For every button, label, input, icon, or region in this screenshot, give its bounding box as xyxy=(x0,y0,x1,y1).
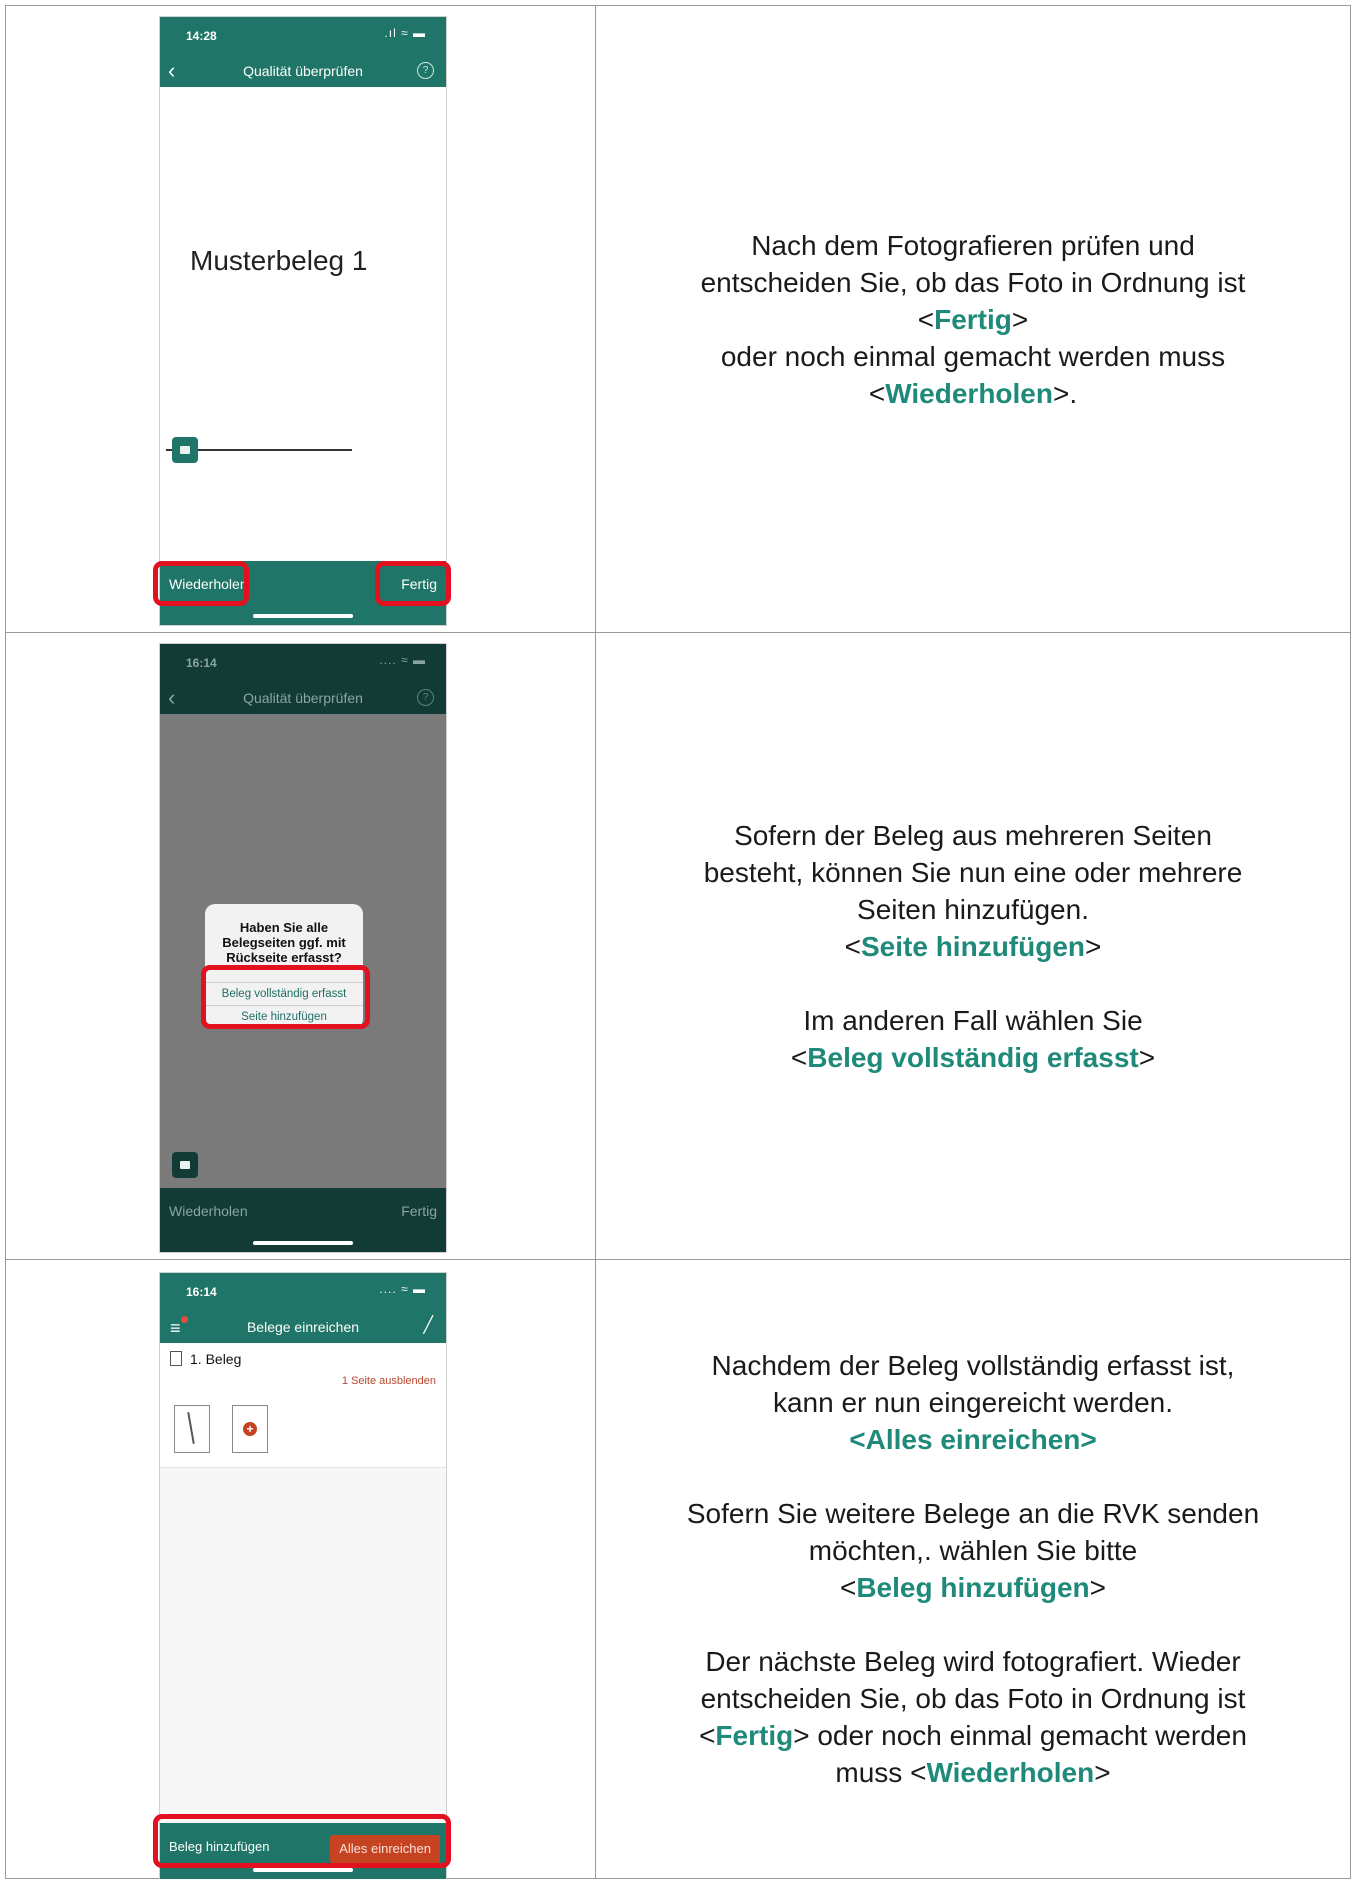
highlight-done: Fertig xyxy=(934,303,1012,335)
description-cell: Sofern der Beleg aus mehreren Seiten bes… xyxy=(595,632,1351,1260)
step-row-2: 16:14 .... ≈ ▬ ‹ Qualität überprüfen ? H… xyxy=(5,632,1351,1260)
retake-button[interactable]: Wiederholen xyxy=(169,1203,248,1219)
desc-line: entscheiden Sie, ob das Foto in Ordnung … xyxy=(700,1683,1246,1714)
highlight-box-retake xyxy=(153,561,249,606)
status-time: 14:28 xyxy=(186,29,217,43)
hide-pages-link[interactable]: 1 Seite ausblenden xyxy=(342,1375,436,1387)
photo-preview: Musterbeleg 1 xyxy=(160,87,446,561)
desc-line: <Wiederholen>. xyxy=(868,377,1078,409)
desc-line: <Fertig> xyxy=(917,303,1029,335)
desc-line: möchten,. wählen Sie bitte xyxy=(808,1535,1138,1566)
status-bar: 16:14 .... ≈ ▬ xyxy=(160,1273,446,1313)
desc-line: kann er nun eingereicht werden. xyxy=(772,1387,1174,1418)
plus-icon: + xyxy=(243,1422,257,1436)
status-bar: 14:28 .ıl ≈ ▬ xyxy=(160,17,446,57)
instruction-table: 14:28 .ıl ≈ ▬ ‹ Qualität überprüfen ? Mu… xyxy=(5,5,1351,1879)
status-bar: 16:14 .... ≈ ▬ xyxy=(160,644,446,684)
desc-line: Nachdem der Beleg vollständig erfasst is… xyxy=(711,1350,1235,1381)
bottom-bar: Wiederholen Fertig xyxy=(160,1188,446,1252)
desc-line: <Seite hinzufügen> xyxy=(844,930,1102,962)
signal-wifi-battery-icon: .... ≈ ▬ xyxy=(379,1282,426,1296)
screen-title: Belege einreichen xyxy=(246,1319,360,1335)
document-list: 1. Beleg 1 Seite ausblenden + xyxy=(160,1343,446,1823)
edit-pencil-icon[interactable]: ╱ xyxy=(423,1315,433,1335)
desc-line: Im anderen Fall wählen Sie xyxy=(803,1004,1143,1036)
step-row-3: 16:14 .... ≈ ▬ ≡ Belege einreichen ╱ 1. … xyxy=(5,1259,1351,1879)
desc-line: Sofern der Beleg aus mehreren Seiten xyxy=(734,819,1212,851)
screenshot-cell: 16:14 .... ≈ ▬ ≡ Belege einreichen ╱ 1. … xyxy=(5,1259,596,1879)
home-indicator xyxy=(253,1868,353,1872)
add-page-thumbnail[interactable]: + xyxy=(232,1405,268,1453)
description-cell: Nachdem der Beleg vollständig erfasst is… xyxy=(595,1259,1351,1879)
item-title[interactable]: 1. Beleg xyxy=(170,1351,241,1367)
desc-line: besteht, können Sie nun eine oder mehrer… xyxy=(703,856,1243,888)
signal-wifi-battery-icon: .... ≈ ▬ xyxy=(379,653,426,667)
highlight-box-dialog-options xyxy=(201,965,370,1029)
list-item: 1. Beleg 1 Seite ausblenden + xyxy=(160,1343,446,1468)
step-row-1: 14:28 .ıl ≈ ▬ ‹ Qualität überprüfen ? Mu… xyxy=(5,5,1351,633)
help-icon[interactable]: ? xyxy=(417,62,434,79)
highlight-retake: Wiederholen xyxy=(885,377,1053,409)
home-indicator xyxy=(253,614,353,618)
desc-line: <Alles einreichen> xyxy=(596,1421,1350,1458)
screenshot-cell: 16:14 .... ≈ ▬ ‹ Qualität überprüfen ? H… xyxy=(5,632,596,1260)
desc-line: <Beleg hinzufügen> xyxy=(839,1572,1107,1603)
highlight-done: Fertig xyxy=(715,1720,794,1751)
status-time: 16:14 xyxy=(186,656,217,670)
desc-line: Nach dem Fotografieren prüfen und xyxy=(751,229,1195,261)
signal-wifi-battery-icon: .ıl ≈ ▬ xyxy=(384,26,426,40)
desc-line: muss <Wiederholen> xyxy=(835,1757,1111,1788)
highlight-add-document: Beleg hinzufügen xyxy=(856,1572,1090,1603)
page-thumbnail[interactable] xyxy=(174,1405,210,1453)
description-cell: Nach dem Fotografieren prüfen und entsch… xyxy=(595,5,1351,633)
status-time: 16:14 xyxy=(186,1285,217,1299)
desc-line: entscheiden Sie, ob das Foto in Ordnung … xyxy=(700,266,1246,298)
nav-bar: ≡ Belege einreichen ╱ xyxy=(160,1313,446,1343)
desc-line: Der nächste Beleg wird fotografiert. Wie… xyxy=(705,1646,1241,1677)
highlight-box-bottom-actions xyxy=(153,1814,451,1868)
desc-line: Seiten hinzufügen. xyxy=(857,893,1089,925)
highlight-box-done xyxy=(375,561,451,606)
phone-screenshot: 16:14 .... ≈ ▬ ≡ Belege einreichen ╱ 1. … xyxy=(159,1272,447,1879)
home-indicator xyxy=(253,1241,353,1245)
highlight-complete: Beleg vollständig erfasst xyxy=(807,1041,1139,1073)
help-icon[interactable]: ? xyxy=(417,689,434,706)
desc-line: oder noch einmal gemacht werden muss xyxy=(720,340,1226,372)
camera-switch-icon[interactable] xyxy=(172,1152,198,1178)
document-text: Musterbeleg 1 xyxy=(190,245,368,276)
desc-line: <Fertig> oder noch einmal gemacht werden xyxy=(699,1720,1247,1751)
phone-screenshot: 16:14 .... ≈ ▬ ‹ Qualität überprüfen ? H… xyxy=(159,643,447,1253)
screen-title: Qualität überprüfen xyxy=(243,63,363,79)
nav-bar: ‹ Qualität überprüfen ? xyxy=(160,57,446,87)
highlight-retake: Wiederholen xyxy=(926,1757,1095,1788)
screenshot-cell: 14:28 .ıl ≈ ▬ ‹ Qualität überprüfen ? Mu… xyxy=(5,5,596,633)
nav-bar: ‹ Qualität überprüfen ? xyxy=(160,684,446,714)
desc-line: <Beleg vollständig erfasst> xyxy=(790,1041,1156,1073)
phone-screenshot: 14:28 .ıl ≈ ▬ ‹ Qualität überprüfen ? Mu… xyxy=(159,16,447,626)
done-button[interactable]: Fertig xyxy=(401,1203,437,1219)
desc-line: Sofern Sie weitere Belege an die RVK sen… xyxy=(686,1498,1260,1529)
camera-switch-icon[interactable] xyxy=(172,437,198,463)
screen-title: Qualität überprüfen xyxy=(243,690,363,706)
highlight-add-page: Seite hinzufügen xyxy=(861,930,1085,962)
dimmed-overlay: Haben Sie alle Belegseiten ggf. mit Rück… xyxy=(160,714,446,1188)
document-icon xyxy=(170,1351,182,1366)
highlight-submit-all: <Alles einreichen> xyxy=(849,1424,1097,1455)
